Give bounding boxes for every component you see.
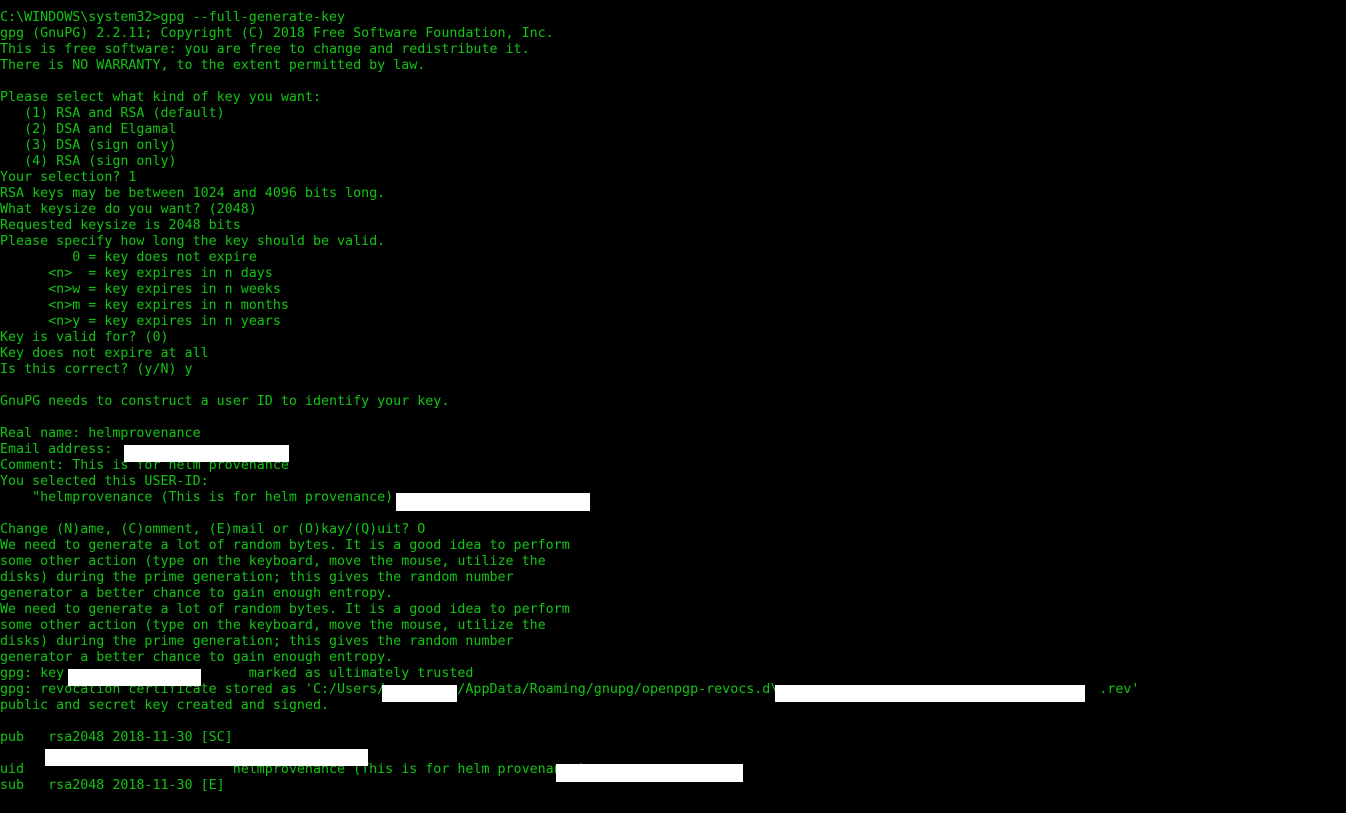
- console-output[interactable]: C:\WINDOWS\system32>gpg --full-generate-…: [0, 10, 1346, 794]
- command-prompt-window[interactable]: C:\WINDOWS\system32>gpg --full-generate-…: [0, 0, 1346, 813]
